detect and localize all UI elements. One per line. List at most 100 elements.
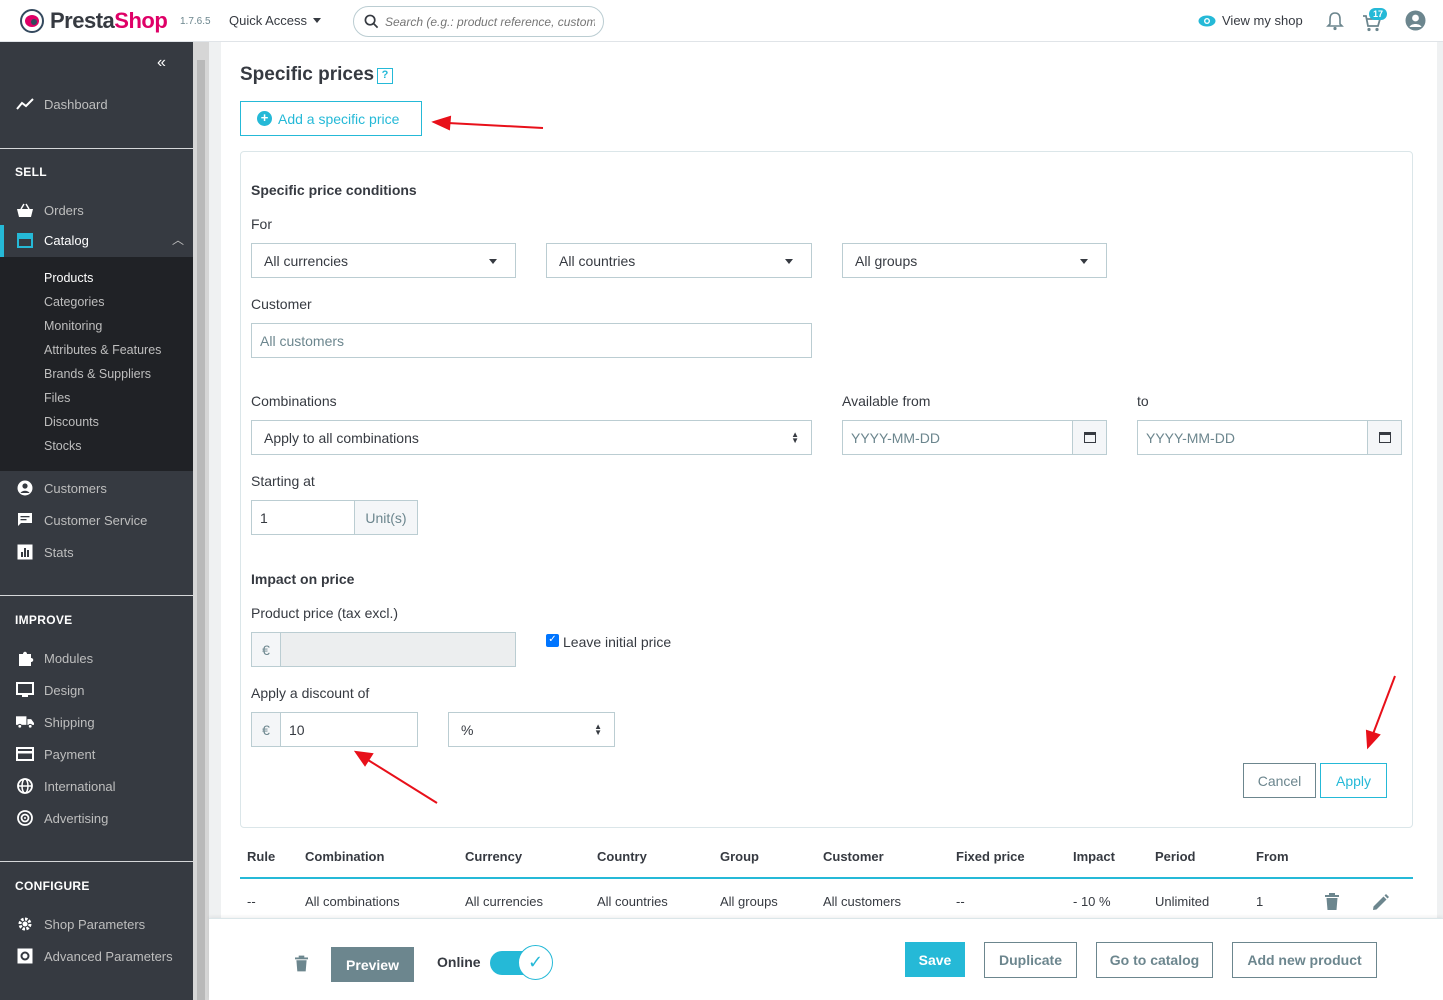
bell-icon[interactable] [1326, 11, 1344, 31]
sidebar-item-orders[interactable]: Orders [0, 200, 193, 220]
save-button[interactable]: Save [905, 942, 965, 977]
sidebar-label-dashboard: Dashboard [44, 96, 108, 112]
eye-icon [1198, 15, 1216, 26]
view-my-shop-label: View my shop [1222, 13, 1303, 28]
combinations-select[interactable]: Apply to all combinations ▲ ▼ [251, 420, 812, 455]
sidebar-item-design[interactable]: Design [0, 680, 193, 700]
unit-label: Unit(s) [365, 509, 407, 526]
column-header: Group [720, 849, 759, 864]
available-from-label: Available from [842, 393, 931, 409]
sidebar-item-advertising[interactable]: Advertising [0, 808, 193, 828]
version-label: 1.7.6.5 [180, 16, 211, 27]
logo-text-prefix: Presta [50, 8, 115, 33]
sidebar-label-orders: Orders [44, 202, 84, 218]
combinations-select-value: Apply to all combinations [264, 429, 419, 446]
column-header: Customer [823, 849, 884, 864]
sidebar-item-payment[interactable]: Payment [0, 744, 193, 764]
search-box[interactable] [353, 6, 604, 37]
help-icon[interactable]: ? [377, 68, 393, 84]
available-to-input[interactable]: YYYY-MM-DD [1137, 420, 1368, 455]
chevron-down-icon [313, 18, 322, 23]
bar-chart-icon [16, 543, 34, 561]
product-price-input [280, 632, 516, 667]
updown-arrows-icon: ▲ ▼ [594, 722, 602, 737]
discount-type-value: % [461, 721, 474, 738]
sidebar-subitem-brands[interactable]: Brands & Suppliers [44, 367, 151, 381]
country-select[interactable]: All countries [546, 243, 812, 278]
sidebar-item-shipping[interactable]: Shipping [0, 712, 193, 732]
online-label: Online [437, 954, 481, 970]
sidebar: « Dashboard SELL Orders Catalog ︿ Produc… [0, 42, 193, 1000]
chevron-up-icon: ︿ [172, 233, 185, 247]
apply-button[interactable]: Apply [1320, 763, 1387, 798]
leave-initial-price-checkbox[interactable]: ✓ [546, 634, 559, 647]
logo-text-suffix: Shop [114, 8, 168, 33]
sidebar-scrollbar[interactable] [193, 42, 209, 1000]
go-to-catalog-button[interactable]: Go to catalog [1096, 942, 1213, 978]
sidebar-item-customer-service[interactable]: Customer Service [0, 510, 193, 530]
sidebar-item-shop-parameters[interactable]: Shop Parameters [0, 914, 193, 934]
group-select[interactable]: All groups [842, 243, 1107, 278]
online-toggle[interactable]: ✓ [490, 945, 553, 980]
chat-icon [16, 511, 34, 529]
table-cell: Unlimited [1155, 894, 1210, 909]
duplicate-button[interactable]: Duplicate [984, 942, 1077, 978]
prestashop-logo[interactable]: PrestaShop [20, 8, 168, 34]
table-cell: 1 [1256, 894, 1264, 909]
sidebar-section-sell: SELL [15, 165, 47, 179]
sidebar-item-stats[interactable]: Stats [0, 542, 193, 562]
sidebar-subitem-attributes[interactable]: Attributes & Features [44, 343, 161, 357]
discount-type-select[interactable]: % ▲ ▼ [448, 712, 615, 747]
discount-input[interactable]: 10 [280, 712, 418, 747]
collapse-sidebar-icon[interactable]: « [157, 54, 166, 72]
sidebar-item-customers[interactable]: Customers [0, 478, 193, 498]
calendar-button[interactable] [1367, 420, 1402, 455]
sidebar-subitem-products[interactable]: Products [44, 271, 93, 285]
customer-label: Customer [251, 296, 312, 312]
trash-icon[interactable] [295, 955, 308, 972]
customer-input[interactable]: All customers [251, 323, 812, 358]
sidebar-item-catalog[interactable]: Catalog ︿ [0, 225, 193, 257]
settings-box-icon [16, 947, 34, 965]
sidebar-subitem-discounts[interactable]: Discounts [44, 415, 99, 429]
quick-access-dropdown[interactable]: Quick Access [229, 13, 322, 28]
currency-addon: € [251, 632, 281, 667]
sidebar-subitem-categories[interactable]: Categories [44, 295, 104, 309]
sidebar-item-advanced-parameters[interactable]: Advanced Parameters [0, 946, 193, 966]
pencil-icon[interactable] [1372, 894, 1389, 911]
preview-button[interactable]: Preview [331, 947, 414, 982]
sidebar-subitem-stocks[interactable]: Stocks [44, 439, 82, 453]
country-select-value: All countries [559, 252, 636, 269]
user-avatar-icon[interactable] [1405, 10, 1426, 31]
leave-initial-price-label[interactable]: Leave initial price [563, 634, 671, 650]
group-select-value: All groups [855, 252, 918, 269]
cancel-button[interactable]: Cancel [1243, 763, 1316, 798]
available-from-input[interactable]: YYYY-MM-DD [842, 420, 1073, 455]
currency-select[interactable]: All currencies [251, 243, 516, 278]
add-new-product-button[interactable]: Add new product [1232, 942, 1377, 978]
sidebar-item-modules[interactable]: Modules [0, 648, 193, 668]
plus-circle-icon: + [257, 111, 272, 126]
search-icon [364, 14, 379, 29]
starting-at-label: Starting at [251, 473, 315, 489]
product-footer-bar: Preview Online ✓ Save Duplicate Go to ca… [209, 918, 1443, 1000]
search-input[interactable] [385, 14, 595, 29]
main-content: Specific prices ? + Add a specific price… [209, 42, 1443, 918]
add-specific-price-button[interactable]: + Add a specific price [240, 101, 422, 136]
quick-access-label: Quick Access [229, 13, 308, 28]
calendar-icon [1378, 432, 1391, 443]
view-my-shop-link[interactable]: View my shop [1198, 13, 1303, 28]
calendar-button[interactable] [1072, 420, 1107, 455]
notification-badge: 17 [1369, 8, 1388, 20]
sidebar-item-dashboard[interactable]: Dashboard [0, 94, 193, 114]
scrollbar-thumb[interactable] [197, 60, 205, 1000]
sidebar-subitem-monitoring[interactable]: Monitoring [44, 319, 102, 333]
starting-at-input[interactable]: 1 [251, 500, 356, 535]
column-header: Combination [305, 849, 385, 864]
column-header: Currency [465, 849, 523, 864]
target-icon [16, 809, 34, 827]
specific-prices-panel: Specific prices ? + Add a specific price… [221, 42, 1437, 918]
sidebar-subitem-files[interactable]: Files [44, 391, 70, 405]
sidebar-item-international[interactable]: International [0, 776, 193, 796]
trash-icon[interactable] [1325, 893, 1339, 910]
